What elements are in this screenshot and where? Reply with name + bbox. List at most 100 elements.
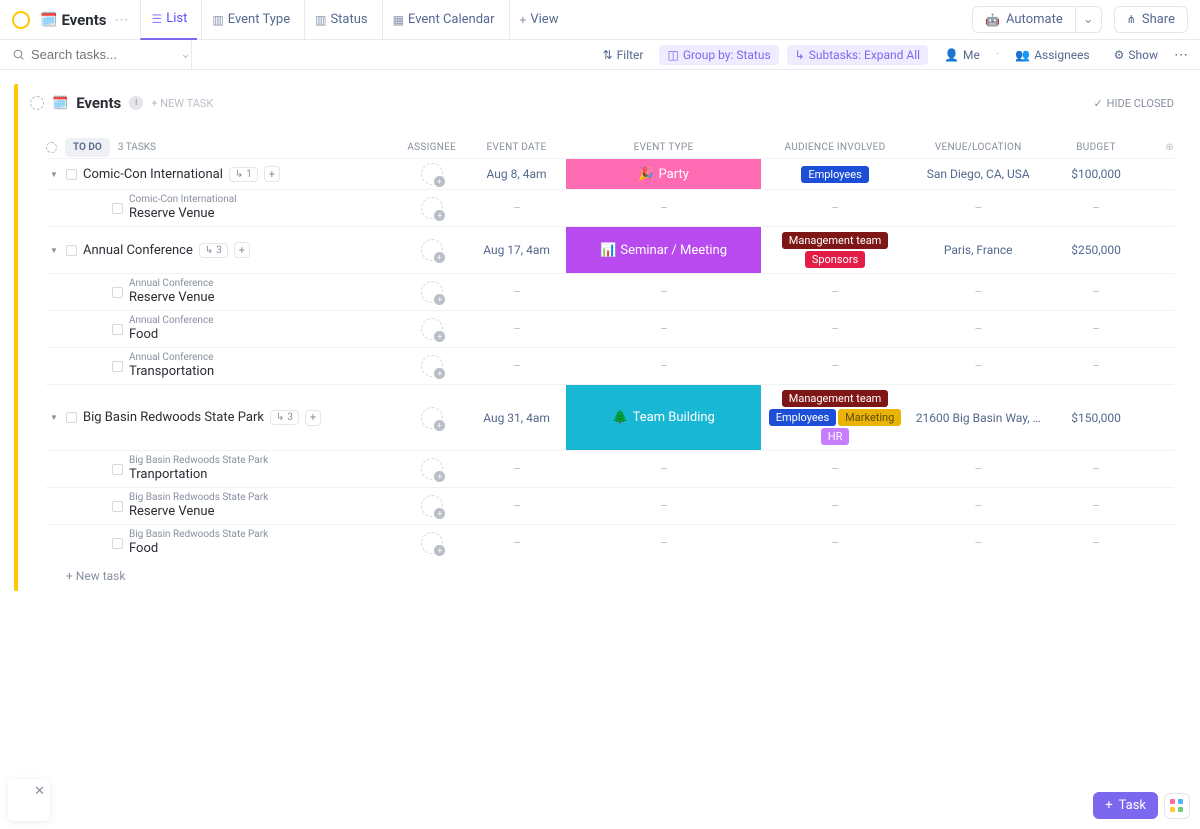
checkbox[interactable] (112, 501, 123, 512)
budget-cell[interactable]: – (1047, 525, 1144, 561)
subtask-row[interactable]: Big Basin Redwoods State Park Reserve Ve… (46, 487, 1174, 524)
venue-cell[interactable]: – (909, 451, 1047, 487)
add-subtask-button[interactable]: + (305, 410, 321, 426)
venue-cell[interactable]: – (909, 190, 1047, 226)
subtask-row[interactable]: Comic-Con International Reserve Venue – … (46, 189, 1174, 226)
checkbox[interactable] (66, 169, 77, 180)
audience-cell[interactable]: Management teamEmployeesMarketingHR (761, 385, 909, 450)
subtask-row[interactable]: Annual Conference Food – – – – – (46, 310, 1174, 347)
event-type-cell[interactable]: – (567, 311, 762, 347)
group-by-button[interactable]: ◫ Group by: Status (659, 45, 778, 65)
column-venue[interactable]: VENUE/LOCATION (909, 142, 1047, 153)
tab-status[interactable]: ▥ Status (304, 0, 378, 40)
more-icon[interactable]: ⋯ (1174, 47, 1188, 63)
event-type-tag[interactable]: 📊Seminar / Meeting (566, 227, 761, 273)
event-type-cell[interactable]: – (567, 190, 762, 226)
audience-tag[interactable]: HR (821, 428, 850, 445)
budget-cell[interactable]: – (1047, 348, 1144, 384)
assignee-placeholder[interactable] (421, 281, 443, 303)
audience-tag[interactable]: Management team (782, 232, 889, 249)
event-type-tag[interactable]: 🎉Party (566, 159, 761, 189)
subtask-row[interactable]: Big Basin Redwoods State Park Food – – –… (46, 524, 1174, 561)
status-circle-icon[interactable] (30, 96, 44, 110)
new-task-row[interactable]: + New task (46, 561, 1174, 591)
checkbox[interactable] (112, 203, 123, 214)
event-date[interactable]: – (467, 274, 566, 310)
venue-cell[interactable]: – (909, 525, 1047, 561)
search-input[interactable] (31, 47, 171, 62)
subtask-name[interactable]: Transportation (129, 364, 214, 379)
subtasks-button[interactable]: ↳ Subtasks: Expand All (787, 45, 928, 65)
checkbox[interactable] (112, 361, 123, 372)
event-type-cell[interactable]: – (567, 451, 762, 487)
audience-tag[interactable]: Employees (769, 409, 836, 426)
event-date[interactable]: – (467, 190, 566, 226)
assignee-placeholder[interactable] (421, 407, 443, 429)
subtask-name[interactable]: Food (129, 541, 268, 556)
budget-cell[interactable]: – (1047, 190, 1144, 226)
show-button[interactable]: ⚙ Show (1106, 45, 1166, 65)
subtask-count[interactable]: ↳3 (270, 410, 299, 425)
event-date[interactable]: Aug 31, 4am (467, 385, 566, 450)
tab-list[interactable]: ☰ List (140, 0, 197, 40)
subtask-row[interactable]: Annual Conference Transportation – – – –… (46, 347, 1174, 384)
audience-cell[interactable]: – (761, 311, 909, 347)
automate-dropdown[interactable]: ⌄ (1076, 6, 1102, 33)
tab-add-view[interactable]: + View (509, 0, 569, 40)
task-name[interactable]: Big Basin Redwoods State Park (83, 410, 264, 425)
tab-event-type[interactable]: ▥ Event Type (201, 0, 300, 40)
list-name[interactable]: Events (76, 94, 121, 112)
status-circle-icon[interactable] (46, 142, 57, 153)
event-type-cell[interactable]: – (567, 274, 762, 310)
add-subtask-button[interactable]: + (264, 166, 280, 182)
audience-cell[interactable]: – (761, 525, 909, 561)
venue-cell[interactable]: – (909, 274, 1047, 310)
venue-cell[interactable]: – (909, 311, 1047, 347)
event-date[interactable]: – (467, 488, 566, 524)
checkbox[interactable] (112, 464, 123, 475)
budget-cell[interactable]: $150,000 (1047, 385, 1144, 450)
event-date[interactable]: – (467, 451, 566, 487)
assignee-placeholder[interactable] (421, 318, 443, 340)
subtask-name[interactable]: Food (129, 327, 214, 342)
audience-cell[interactable]: – (761, 451, 909, 487)
column-audience[interactable]: AUDIENCE INVOLVED (761, 142, 909, 153)
budget-cell[interactable]: – (1047, 274, 1144, 310)
event-type-cell[interactable]: – (567, 525, 762, 561)
subtask-name[interactable]: Reserve Venue (129, 504, 268, 519)
budget-cell[interactable]: – (1047, 311, 1144, 347)
audience-cell[interactable]: Management teamSponsors (761, 227, 909, 273)
share-button[interactable]: ⋔ Share (1114, 6, 1188, 33)
close-panel-button[interactable]: ✕ (8, 779, 50, 821)
expand-icon[interactable]: ▼ (50, 413, 60, 422)
assignee-placeholder[interactable] (421, 197, 443, 219)
workspace-logo[interactable] (12, 11, 30, 29)
event-date[interactable]: Aug 8, 4am (467, 159, 566, 189)
task-row[interactable]: ▼ Big Basin Redwoods State Park ↳3 + Aug… (46, 384, 1174, 450)
audience-cell[interactable]: – (761, 488, 909, 524)
page-options-icon[interactable]: ⋯ (114, 12, 128, 28)
subtask-row[interactable]: Annual Conference Reserve Venue – – – – … (46, 273, 1174, 310)
budget-cell[interactable]: – (1047, 488, 1144, 524)
expand-icon[interactable]: ▼ (50, 170, 60, 179)
assignee-placeholder[interactable] (421, 239, 443, 261)
assignee-placeholder[interactable] (421, 495, 443, 517)
subtask-row[interactable]: Big Basin Redwoods State Park Tranportat… (46, 450, 1174, 487)
assignee-placeholder[interactable] (421, 458, 443, 480)
event-date[interactable]: – (467, 525, 566, 561)
expand-icon[interactable]: ▼ (50, 246, 60, 255)
subtask-count[interactable]: ↳3 (199, 243, 228, 258)
new-task-link[interactable]: + NEW TASK (151, 97, 213, 110)
task-name[interactable]: Comic-Con International (83, 167, 223, 182)
audience-tag[interactable]: Employees (801, 166, 868, 183)
audience-tag[interactable]: Management team (782, 390, 889, 407)
subtask-count[interactable]: ↳1 (229, 167, 258, 182)
assignee-placeholder[interactable] (421, 532, 443, 554)
budget-cell[interactable]: – (1047, 451, 1144, 487)
event-type-cell[interactable]: – (567, 488, 762, 524)
venue-cell[interactable]: – (909, 348, 1047, 384)
audience-cell[interactable]: – (761, 190, 909, 226)
hide-closed-button[interactable]: ✓ HIDE CLOSED (1093, 97, 1174, 110)
subtask-name[interactable]: Reserve Venue (129, 206, 237, 221)
chevron-down-icon[interactable]: ⌄ (180, 47, 191, 62)
